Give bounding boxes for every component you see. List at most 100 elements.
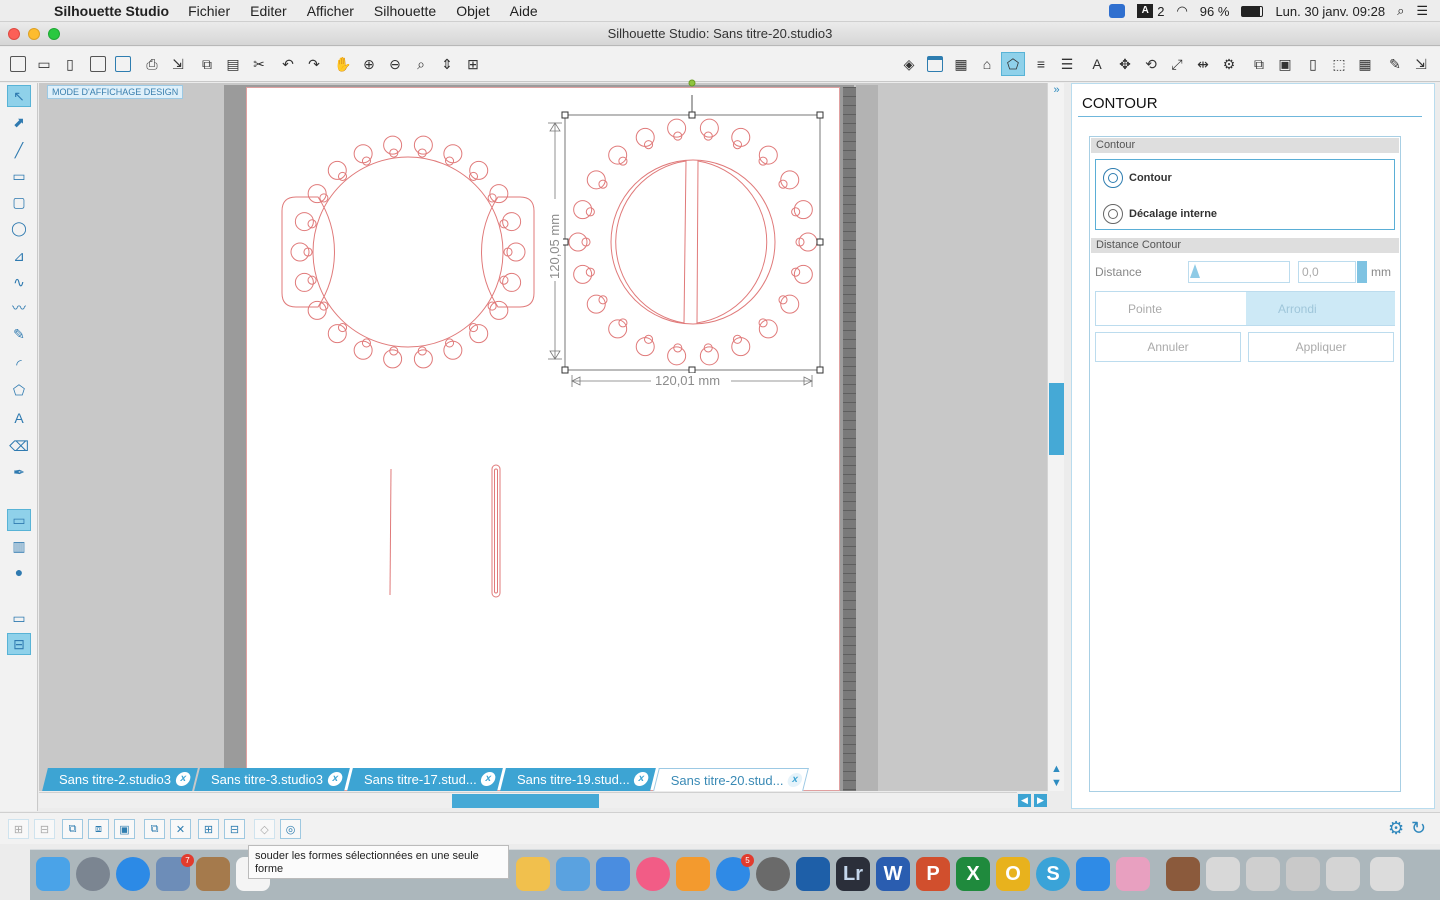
preview-icon[interactable] xyxy=(796,857,830,891)
lightroom-icon[interactable]: Lr xyxy=(836,857,870,891)
contacts-icon[interactable] xyxy=(196,857,230,891)
eraser-icon[interactable]: ◇ xyxy=(254,819,275,839)
excel-icon[interactable]: X xyxy=(956,857,990,891)
battery-icon[interactable] xyxy=(1241,5,1264,17)
design-view-icon[interactable]: ▭ xyxy=(7,509,31,531)
line-color-icon[interactable]: ≡ xyxy=(1029,52,1053,76)
edit-points-icon[interactable]: ⬈ xyxy=(7,111,31,133)
outlook-icon[interactable]: O xyxy=(996,857,1030,891)
option-contour[interactable]: Contour xyxy=(1103,167,1172,189)
grid-settings-icon[interactable]: ▦ xyxy=(949,52,973,76)
cut-strips[interactable] xyxy=(389,464,501,598)
wifi-icon[interactable]: ◠ xyxy=(1176,3,1187,19)
rectangle-tool-icon[interactable]: ▭ xyxy=(7,165,31,187)
tab-close-icon[interactable]: x xyxy=(479,772,497,786)
tab-close-icon[interactable]: x xyxy=(786,773,804,787)
new-document-icon[interactable] xyxy=(6,52,30,76)
launchpad-icon[interactable] xyxy=(76,857,110,891)
ellipse-tool-icon[interactable]: ◯ xyxy=(7,217,31,239)
paste-icon[interactable]: ▤ xyxy=(221,52,245,76)
folder-icon-1[interactable] xyxy=(1206,857,1240,891)
horizontal-scroll-thumb[interactable] xyxy=(452,794,599,808)
weld-icon[interactable]: ⊞ xyxy=(198,819,219,839)
input-source-icon[interactable]: A2 xyxy=(1137,4,1164,19)
tab-close-icon[interactable]: x xyxy=(174,772,192,786)
group-icon[interactable]: ⊞ xyxy=(8,819,29,839)
arc-tool-icon[interactable]: ◜ xyxy=(7,353,31,375)
transform-icon[interactable]: ✥ xyxy=(1113,52,1137,76)
replicate-icon[interactable]: ⧉ xyxy=(1247,52,1271,76)
itunes-icon[interactable] xyxy=(636,857,670,891)
send-to-silhouette-icon[interactable]: ⇲ xyxy=(166,52,190,76)
scale-icon[interactable]: ⤢ xyxy=(1165,52,1189,76)
line-style-icon[interactable]: ☰ xyxy=(1055,52,1079,76)
fill-color-icon[interactable]: ◈ xyxy=(897,52,921,76)
duplicate-icon[interactable]: ⧉ xyxy=(144,819,165,839)
save-library-icon[interactable] xyxy=(111,52,135,76)
scroll-right-icon[interactable]: ▶ xyxy=(1034,794,1047,807)
offset-contour-icon[interactable]: ⬠ xyxy=(1001,52,1025,76)
release-compound-icon[interactable]: ⧈ xyxy=(88,819,109,839)
system-preferences-icon[interactable] xyxy=(756,857,790,891)
photos-icon[interactable] xyxy=(1116,857,1150,891)
safari-icon[interactable] xyxy=(116,857,150,891)
apply-button[interactable]: Appliquer xyxy=(1248,332,1394,362)
menu-aide[interactable]: Aide xyxy=(510,3,538,19)
open-folder-icon[interactable]: ▭ xyxy=(32,52,56,76)
copy-icon[interactable]: ⧉ xyxy=(195,52,219,76)
finder-icon[interactable] xyxy=(36,857,70,891)
tab-sans-titre-19[interactable]: Sans titre-19.stud... x xyxy=(500,768,656,791)
cut-settings-icon[interactable]: ▯ xyxy=(1301,52,1325,76)
menu-silhouette[interactable]: Silhouette xyxy=(374,3,436,19)
registration-marks-icon[interactable]: ⌂ xyxy=(975,52,999,76)
subtract-icon[interactable]: ⊟ xyxy=(224,819,245,839)
tab-close-icon[interactable]: x xyxy=(326,772,344,786)
polygon-tool-icon[interactable]: ⊿ xyxy=(7,245,31,267)
curve-tool-icon[interactable]: ∿ xyxy=(7,271,31,293)
zoom-out-icon[interactable]: ⊖ xyxy=(383,52,407,76)
tab-close-icon[interactable]: x xyxy=(632,772,650,786)
zoom-in-icon[interactable]: ⊕ xyxy=(357,52,381,76)
corner-round-button[interactable]: Arrondi xyxy=(1246,292,1395,325)
corner-sharp-button[interactable]: Pointe xyxy=(1096,292,1245,325)
pages-icon[interactable] xyxy=(516,857,550,891)
teamviewer-icon[interactable] xyxy=(1076,857,1110,891)
spotlight-icon[interactable]: ⌕ xyxy=(1397,3,1404,19)
collapse-panel-icon[interactable]: » xyxy=(1050,84,1063,96)
design-page-icon[interactable]: ▭ xyxy=(7,607,31,629)
scroll-up-icon[interactable]: ▲ xyxy=(1050,763,1063,775)
modify-icon[interactable]: ⚙ xyxy=(1217,52,1241,76)
tab-sans-titre-3[interactable]: Sans titre-3.studio3 x xyxy=(194,768,350,791)
library-icon[interactable]: ▯ xyxy=(58,52,82,76)
line-tool-icon[interactable]: ╱ xyxy=(7,139,31,161)
undo-icon[interactable]: ↶ xyxy=(276,52,300,76)
move-icon[interactable]: ⇹ xyxy=(1191,52,1215,76)
status-app-icon[interactable] xyxy=(1109,4,1126,18)
trash-icon[interactable] xyxy=(1370,857,1404,891)
refresh-icon[interactable]: ↻ xyxy=(1411,818,1426,839)
smooth-freehand-icon[interactable]: ✎ xyxy=(7,323,31,345)
vertical-scroll-thumb[interactable] xyxy=(1049,383,1064,455)
print-icon[interactable]: ⎙ xyxy=(140,52,164,76)
make-compound-icon[interactable]: ⧉ xyxy=(62,819,83,839)
silhouette-studio-icon[interactable]: S xyxy=(1036,857,1070,891)
powerpoint-icon[interactable]: P xyxy=(916,857,950,891)
trace-grid-icon[interactable]: ▦ xyxy=(1353,52,1377,76)
rotate-icon[interactable]: ⟲ xyxy=(1139,52,1163,76)
cut-icon[interactable]: ✂ xyxy=(247,52,271,76)
distance-slider[interactable] xyxy=(1188,261,1290,283)
rounded-rectangle-tool-icon[interactable]: ▢ xyxy=(7,191,31,213)
folder-icon-3[interactable] xyxy=(1286,857,1320,891)
lace-frame-right[interactable] xyxy=(568,118,818,366)
horizontal-scrollbar[interactable] xyxy=(39,792,1017,808)
menu-objet[interactable]: Objet xyxy=(456,3,489,19)
settings-gear-icon[interactable]: ⚙ xyxy=(1388,818,1404,839)
offset-icon[interactable]: ◎ xyxy=(280,819,301,839)
nesting-icon[interactable]: ▣ xyxy=(1273,52,1297,76)
tab-sans-titre-20[interactable]: Sans titre-20.stud... x xyxy=(653,768,809,791)
design-canvas[interactable]: 120,05 mm 120,01 mm xyxy=(246,79,846,791)
select-tool-icon[interactable]: ↖ xyxy=(7,85,31,107)
delete-icon[interactable]: ✕ xyxy=(170,819,191,839)
menu-afficher[interactable]: Afficher xyxy=(307,3,354,19)
notification-center-icon[interactable]: ☰ xyxy=(1416,3,1428,19)
